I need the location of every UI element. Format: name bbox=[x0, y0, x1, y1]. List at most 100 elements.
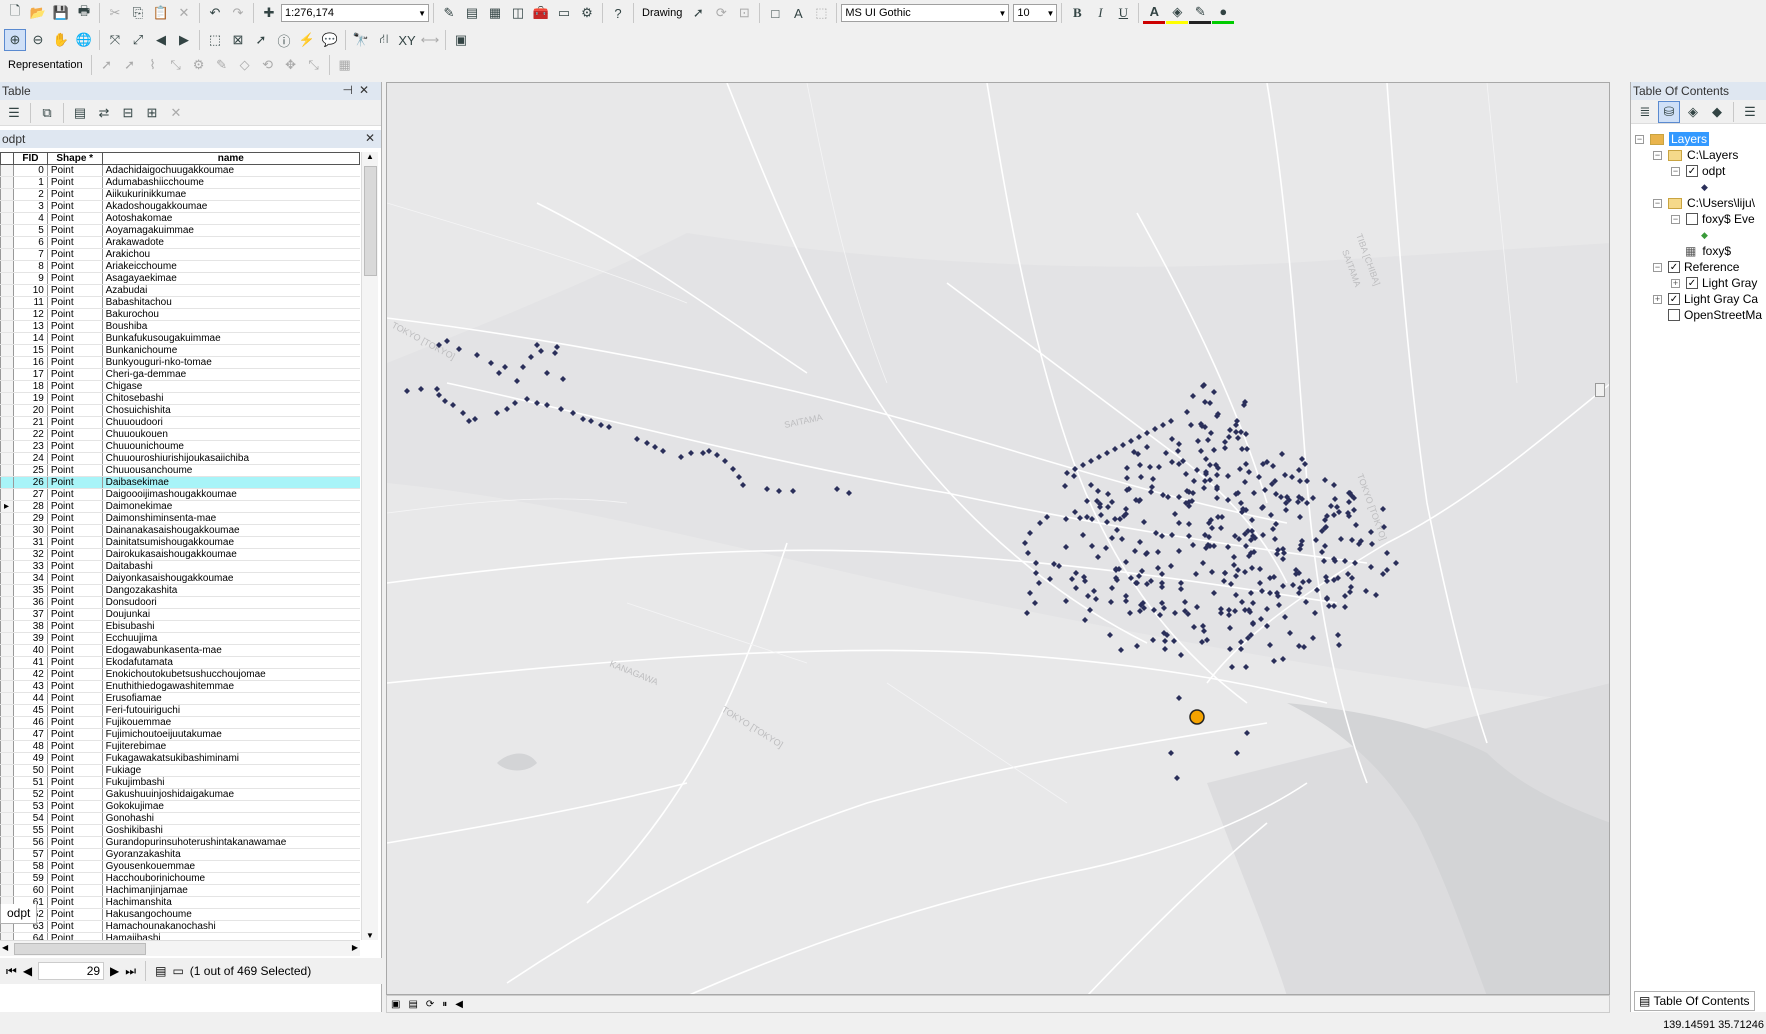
row-selector[interactable] bbox=[0, 800, 14, 813]
toc-layer-label[interactable]: Light Gray Ca bbox=[1684, 292, 1758, 306]
table-row[interactable]: 21 Point Chuuoudoori bbox=[0, 416, 360, 429]
switch-selection-icon[interactable]: ⇄ bbox=[93, 102, 115, 124]
table-row[interactable]: 6 Point Arakawadote bbox=[0, 236, 360, 249]
open-folder-icon[interactable]: 📂 bbox=[27, 2, 49, 24]
hyperlink-icon[interactable]: ⚡ bbox=[296, 29, 318, 51]
map-vertical-scroll-thumb[interactable] bbox=[1595, 383, 1605, 397]
row-selector[interactable] bbox=[0, 200, 14, 213]
row-selector[interactable] bbox=[0, 812, 14, 825]
delete-selected-icon[interactable]: ✕ bbox=[165, 102, 187, 124]
table-row[interactable]: 31 Point Dainitatsumishougakkoumae bbox=[0, 536, 360, 549]
row-selector[interactable] bbox=[0, 524, 14, 537]
table-row[interactable]: 33 Point Daitabashi bbox=[0, 560, 360, 573]
table-row[interactable]: 14 Point Bunkafukusougakuimmae bbox=[0, 332, 360, 345]
row-selector[interactable] bbox=[0, 476, 14, 489]
row-selector[interactable] bbox=[0, 608, 14, 621]
table-row[interactable]: 37 Point Doujunkai bbox=[0, 608, 360, 621]
marker-color-icon[interactable]: ● bbox=[1212, 2, 1235, 24]
table-row[interactable]: 26 Point Daibasekimae bbox=[0, 476, 360, 489]
table-row[interactable]: 54 Point Gonohashi bbox=[0, 812, 360, 825]
table-row[interactable]: 25 Point Chuuousanchoume bbox=[0, 464, 360, 477]
pause-drawing-icon[interactable]: ⏸ bbox=[442, 999, 447, 1010]
search-window-icon[interactable]: ◫ bbox=[507, 2, 529, 24]
table-row[interactable]: 39 Point Ecchuujima bbox=[0, 632, 360, 645]
table-of-contents-icon[interactable]: ▤ bbox=[461, 2, 483, 24]
toc-options-icon[interactable]: ☰ bbox=[1739, 101, 1761, 123]
row-selector[interactable] bbox=[0, 632, 14, 645]
row-selector[interactable] bbox=[0, 320, 14, 333]
table-row[interactable]: 63 Point Hamachounakanochashi bbox=[0, 920, 360, 933]
row-selector[interactable] bbox=[0, 428, 14, 441]
table-row[interactable]: 58 Point Gyousenkouemmae bbox=[0, 860, 360, 873]
table-row[interactable]: 23 Point Chuuounichoume bbox=[0, 440, 360, 453]
row-selector[interactable] bbox=[0, 680, 14, 693]
save-icon[interactable]: 💾 bbox=[50, 2, 72, 24]
representation-settings-icon[interactable]: ▦ bbox=[334, 54, 356, 76]
move-icon[interactable]: ✥ bbox=[280, 54, 302, 76]
undo-icon[interactable]: ↶ bbox=[204, 2, 226, 24]
table-row[interactable]: 56 Point Gurandopurinsuhoterushintakanawam… bbox=[0, 836, 360, 849]
erase-icon[interactable]: ◇ bbox=[234, 54, 256, 76]
row-selector[interactable] bbox=[0, 188, 14, 201]
table-row[interactable]: 60 Point Hachimanjinjamae bbox=[0, 884, 360, 897]
find-route-icon[interactable]: ⛙ bbox=[373, 29, 395, 51]
table-row[interactable]: 34 Point Daiyonkasaishougakkoumae bbox=[0, 572, 360, 585]
table-row[interactable]: 47 Point Fujimichoutoeijuutakumae bbox=[0, 728, 360, 741]
table-row[interactable]: 27 Point Daigoooijimashougakkoumae bbox=[0, 488, 360, 501]
editor-toolbar-icon[interactable]: ✎ bbox=[438, 2, 460, 24]
row-selector[interactable] bbox=[0, 824, 14, 837]
toc-table-label[interactable]: foxy$ bbox=[1702, 244, 1731, 258]
expand-icon[interactable]: + bbox=[1653, 294, 1662, 304]
map-scroll-left-icon[interactable]: ◀ bbox=[455, 999, 463, 1010]
current-record-field[interactable]: 29 bbox=[38, 962, 105, 980]
fixed-zoom-in-icon[interactable]: ⤧ bbox=[104, 29, 126, 51]
print-icon[interactable]: 🖶 bbox=[73, 2, 95, 24]
row-selector[interactable] bbox=[0, 716, 14, 729]
row-selector[interactable] bbox=[0, 284, 14, 297]
table-row[interactable]: 50 Point Fukiage bbox=[0, 764, 360, 777]
table-row[interactable]: 41 Point Ekodafutamata bbox=[0, 656, 360, 669]
collapse-icon[interactable]: − bbox=[1671, 214, 1680, 224]
row-selector[interactable] bbox=[0, 620, 14, 633]
toc-layer-label[interactable]: OpenStreetMa bbox=[1684, 308, 1762, 322]
font-size-select[interactable]: 10 ▼ bbox=[1013, 4, 1058, 22]
select-elements-icon[interactable]: ➚ bbox=[687, 2, 709, 24]
table-row[interactable]: 32 Point Dairokukasaishougakkoumae bbox=[0, 548, 360, 561]
toc-layer-label[interactable]: foxy$ Eve bbox=[1702, 212, 1755, 226]
copy-icon[interactable]: ⎘ bbox=[127, 2, 149, 24]
table-row[interactable]: 51 Point Fukujimbashi bbox=[0, 776, 360, 789]
table-horizontal-scrollbar[interactable]: ◀ ▶ bbox=[0, 940, 360, 956]
table-row[interactable]: 36 Point Donsudoori bbox=[0, 596, 360, 609]
table-row[interactable]: 24 Point Chuuouroshiurishijoukasaiichiba bbox=[0, 452, 360, 465]
table-row[interactable]: 30 Point Dainanakasaishougakkoumae bbox=[0, 524, 360, 537]
text-icon[interactable]: A bbox=[787, 2, 809, 24]
table-row[interactable]: 16 Point Bunkyouguri-nko-tomae bbox=[0, 356, 360, 369]
row-selector[interactable] bbox=[0, 344, 14, 357]
layer-visibility-checkbox[interactable]: ✓ bbox=[1686, 277, 1698, 289]
row-selector[interactable] bbox=[0, 260, 14, 273]
table-row[interactable]: 5 Point Aoyamagakuimmae bbox=[0, 224, 360, 237]
full-extent-icon[interactable]: 🌐 bbox=[73, 29, 95, 51]
table-row[interactable]: 57 Point Gyoranzakashita bbox=[0, 848, 360, 861]
toc-group-label[interactable]: C:\Users\liju\ bbox=[1687, 196, 1755, 210]
clear-selection-icon[interactable]: ⊠ bbox=[227, 29, 249, 51]
data-view-icon[interactable]: ▣ bbox=[391, 999, 400, 1010]
model-builder-icon[interactable]: ⚙ bbox=[576, 2, 598, 24]
refresh-icon[interactable]: ⟳ bbox=[426, 999, 434, 1010]
toc-layer-events[interactable]: − foxy$ Eve bbox=[1671, 210, 1755, 228]
redo-icon[interactable]: ↷ bbox=[227, 2, 249, 24]
next-record-icon[interactable]: ▶ bbox=[110, 964, 119, 978]
row-selector[interactable] bbox=[0, 512, 14, 525]
table-tab-name[interactable]: odpt bbox=[2, 132, 25, 146]
table-row[interactable]: 44 Point Erusofiamae bbox=[0, 692, 360, 705]
horizontal-scroll-thumb[interactable] bbox=[14, 943, 146, 955]
row-selector[interactable] bbox=[0, 788, 14, 801]
select-elements-tool-icon[interactable]: ➚ bbox=[250, 29, 272, 51]
zoom-out-icon[interactable]: ⊖ bbox=[27, 29, 49, 51]
scroll-down-icon[interactable]: ▼ bbox=[362, 931, 378, 940]
table-row[interactable]: 13 Point Boushiba bbox=[0, 320, 360, 333]
row-selector[interactable] bbox=[0, 332, 14, 345]
table-row[interactable]: 64 Point Hamajibashi bbox=[0, 932, 360, 940]
table-options-icon[interactable]: ☰ bbox=[3, 102, 25, 124]
fixed-zoom-out-icon[interactable]: ⤢ bbox=[127, 29, 149, 51]
